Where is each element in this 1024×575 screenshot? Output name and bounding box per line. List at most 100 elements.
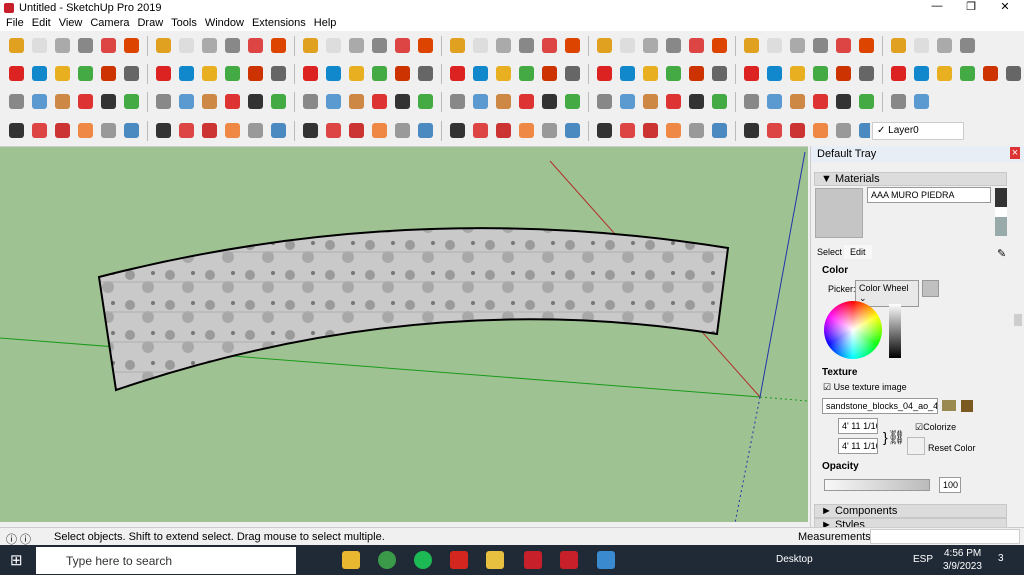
- toolbar-tool-button[interactable]: [176, 35, 197, 56]
- texture-width-input[interactable]: 4' 11 1/16": [838, 418, 878, 434]
- toolbar-tool-button[interactable]: [709, 120, 730, 141]
- toolbar-tool-button[interactable]: [415, 91, 436, 112]
- toolbar-tool-button[interactable]: [686, 63, 707, 84]
- toolbar-tool-button[interactable]: [493, 35, 514, 56]
- texture-file-input[interactable]: sandstone_blocks_04_ao_4k.jpg: [822, 398, 938, 414]
- toolbar-tool-button[interactable]: [300, 35, 321, 56]
- measurements-input[interactable]: [870, 529, 1020, 544]
- toolbar-tool-button[interactable]: [663, 35, 684, 56]
- spotify-icon[interactable]: [414, 551, 432, 569]
- toolbar-tool-button[interactable]: [268, 35, 289, 56]
- toolbar-tool-button[interactable]: [346, 120, 367, 141]
- toolbar-tool-button[interactable]: [539, 91, 560, 112]
- toolbar-tool-button[interactable]: [911, 63, 932, 84]
- tab-select[interactable]: Select: [817, 247, 842, 257]
- toolbar-tool-button[interactable]: [493, 63, 514, 84]
- toolbar-tool-button[interactable]: [741, 91, 762, 112]
- toolbar-tool-button[interactable]: [539, 35, 560, 56]
- close-button[interactable]: ✕: [990, 0, 1020, 13]
- toolbar-tool-button[interactable]: [245, 63, 266, 84]
- browse-folder-icon[interactable]: [942, 400, 956, 411]
- toolbar-tool-button[interactable]: [222, 91, 243, 112]
- toolbar-tool-button[interactable]: [346, 35, 367, 56]
- toolbar-tool-button[interactable]: [199, 63, 220, 84]
- toolbar-tool-button[interactable]: [300, 120, 321, 141]
- toolbar-tool-button[interactable]: [222, 120, 243, 141]
- toolbar-tool-button[interactable]: [75, 35, 96, 56]
- toolbar-tool-button[interactable]: [52, 91, 73, 112]
- toolbar-tool-button[interactable]: [6, 63, 27, 84]
- toolbar-tool-button[interactable]: [617, 63, 638, 84]
- toolbar-tool-button[interactable]: [470, 35, 491, 56]
- toolbar-tool-button[interactable]: [810, 63, 831, 84]
- eyedropper-icon[interactable]: ✎: [997, 247, 1006, 260]
- menu-camera[interactable]: Camera: [86, 17, 133, 29]
- toolbar-tool-button[interactable]: [176, 91, 197, 112]
- toolbar-tool-button[interactable]: [415, 120, 436, 141]
- toolbar-tool-button[interactable]: [764, 91, 785, 112]
- toolbar-tool-button[interactable]: [176, 63, 197, 84]
- taskbar-search[interactable]: Type here to search: [36, 547, 296, 574]
- toolbar-tool-button[interactable]: [617, 120, 638, 141]
- toolbar-tool-button[interactable]: [764, 120, 785, 141]
- toolbar-tool-button[interactable]: [29, 91, 50, 112]
- opacity-input[interactable]: 100: [939, 477, 961, 493]
- chrome-icon[interactable]: [378, 551, 396, 569]
- toolbar-tool-button[interactable]: [686, 91, 707, 112]
- toolbar-tool-button[interactable]: [980, 63, 1001, 84]
- material-buttons-icon[interactable]: [995, 188, 1007, 236]
- toolbar-tool-button[interactable]: [300, 91, 321, 112]
- toolbar-tool-button[interactable]: [957, 63, 978, 84]
- toolbar-tool-button[interactable]: [199, 120, 220, 141]
- windows-start-icon[interactable]: ⊞: [10, 551, 23, 569]
- toolbar-tool-button[interactable]: [75, 120, 96, 141]
- toolbar-tool-button[interactable]: [6, 91, 27, 112]
- toolbar-tool-button[interactable]: [52, 35, 73, 56]
- file-explorer-icon[interactable]: [342, 551, 360, 569]
- menu-help[interactable]: Help: [310, 17, 341, 29]
- toolbar-tool-button[interactable]: [640, 35, 661, 56]
- toolbar-tool-button[interactable]: [98, 35, 119, 56]
- tray-scrollbar[interactable]: [1014, 314, 1022, 326]
- sketchup-taskbar-icon[interactable]: [524, 551, 542, 569]
- photos-icon[interactable]: [597, 551, 615, 569]
- toolbar-tool-button[interactable]: [52, 63, 73, 84]
- toolbar-tool-button[interactable]: [562, 35, 583, 56]
- toolbar-tool-button[interactable]: [562, 91, 583, 112]
- toolbar-tool-button[interactable]: [245, 35, 266, 56]
- sketchup-taskbar-icon-2[interactable]: [560, 551, 578, 569]
- menu-tools[interactable]: Tools: [167, 17, 201, 29]
- toolbar-tool-button[interactable]: [594, 63, 615, 84]
- materials-panel-header[interactable]: ▼ Materials: [814, 172, 1007, 186]
- toolbar-tool-button[interactable]: [415, 35, 436, 56]
- components-panel-header[interactable]: ► Components: [814, 504, 1007, 518]
- toolbar-tool-button[interactable]: [29, 120, 50, 141]
- toolbar-tool-button[interactable]: [594, 35, 615, 56]
- tab-edit[interactable]: Edit: [844, 245, 872, 259]
- toolbar-tool-button[interactable]: [934, 63, 955, 84]
- menu-edit[interactable]: Edit: [28, 17, 55, 29]
- toolbar-tool-button[interactable]: [516, 91, 537, 112]
- toolbar-tool-button[interactable]: [686, 35, 707, 56]
- toolbar-tool-button[interactable]: [888, 91, 909, 112]
- toolbar-tool-button[interactable]: [98, 91, 119, 112]
- toolbar-tool-button[interactable]: [663, 63, 684, 84]
- toolbar-tool-button[interactable]: [470, 63, 491, 84]
- colorize-checkbox[interactable]: ☑Colorize: [915, 422, 956, 433]
- toolbar-tool-button[interactable]: [709, 63, 730, 84]
- toolbar-tool-button[interactable]: [392, 120, 413, 141]
- tray-close-button[interactable]: ×: [1010, 147, 1020, 159]
- toolbar-tool-button[interactable]: [663, 120, 684, 141]
- toolbar-tool-button[interactable]: [222, 35, 243, 56]
- toolbar-tool-button[interactable]: [617, 91, 638, 112]
- toolbar-tool-button[interactable]: [346, 91, 367, 112]
- toolbar-tool-button[interactable]: [369, 91, 390, 112]
- toolbar-tool-button[interactable]: [268, 120, 289, 141]
- toolbar-tool-button[interactable]: [741, 63, 762, 84]
- toolbar-tool-button[interactable]: [245, 120, 266, 141]
- toolbar-tool-button[interactable]: [470, 91, 491, 112]
- toolbar-tool-button[interactable]: [153, 35, 174, 56]
- acrobat-icon[interactable]: [450, 551, 468, 569]
- toolbar-tool-button[interactable]: [493, 91, 514, 112]
- toolbar-tool-button[interactable]: [516, 120, 537, 141]
